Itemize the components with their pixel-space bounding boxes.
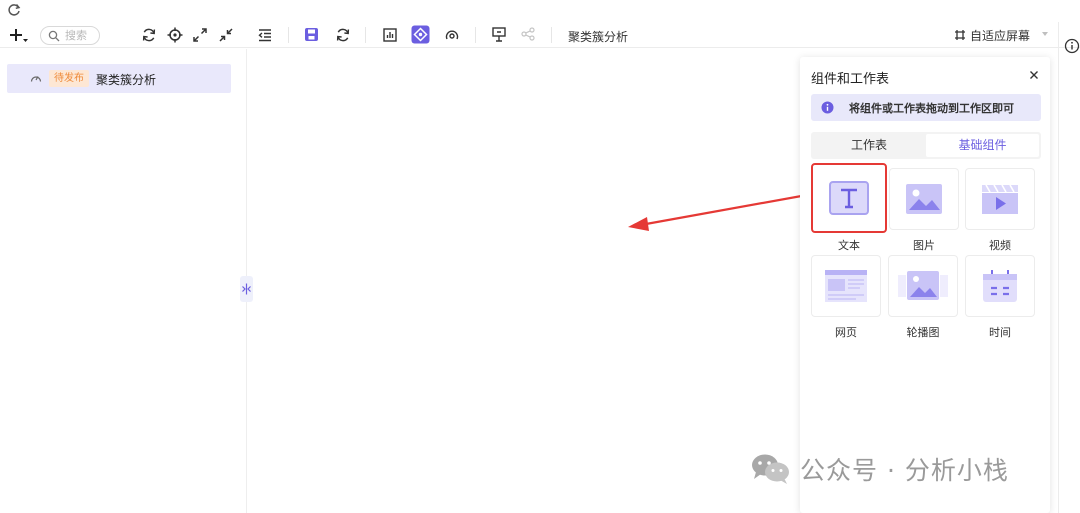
chart-icon[interactable] xyxy=(383,28,397,42)
video-icon xyxy=(982,184,1018,214)
refresh-icon[interactable] xyxy=(6,2,22,18)
hint-banner: 将组件或工作表拖动到工作区即可 xyxy=(811,94,1041,121)
dashboard-title: 聚类簇分析 xyxy=(568,30,629,44)
sidebar-item-dashboard[interactable]: 待发布 聚类簇分析 xyxy=(7,64,231,93)
right-strip xyxy=(1058,22,1080,513)
search-icon xyxy=(48,30,60,42)
annotation-arrow xyxy=(628,193,809,231)
sidebar-item-label: 聚类簇分析 xyxy=(96,73,157,87)
adapt-screen-dropdown[interactable]: 自适应屏幕 xyxy=(954,26,1048,44)
component-carousel[interactable] xyxy=(888,255,958,317)
toolbar-divider xyxy=(365,27,366,43)
toolbar-divider xyxy=(551,27,552,43)
component-label: 图片 xyxy=(913,239,935,252)
fit-screen-icon xyxy=(955,30,965,40)
top-strip xyxy=(0,0,1080,22)
share-icon[interactable] xyxy=(521,27,535,41)
search-box[interactable] xyxy=(40,26,100,45)
collapse-icon[interactable] xyxy=(219,28,233,42)
toolbar: 聚类簇分析 自适应屏幕 xyxy=(0,22,1080,48)
carousel-icon xyxy=(898,271,948,300)
reload-icon[interactable] xyxy=(335,27,351,43)
image-icon xyxy=(906,184,942,214)
toolbar-divider xyxy=(475,27,476,43)
adapt-screen-label: 自适应屏幕 xyxy=(970,28,1031,43)
panel-tabs: 工作表 基础组件 xyxy=(811,132,1041,159)
sidebar-collapse-handle[interactable] xyxy=(240,276,253,302)
filter-icon[interactable] xyxy=(445,28,459,42)
component-label: 网页 xyxy=(835,326,857,339)
wechat-icon xyxy=(752,454,789,484)
tab-worksheets[interactable]: 工作表 xyxy=(813,134,925,157)
calendar-icon xyxy=(983,270,1017,302)
component-time[interactable] xyxy=(965,255,1035,317)
sidebar: 待发布 聚类簇分析 xyxy=(0,49,247,513)
components-panel: 组件和工作表 将组件或工作表拖动到工作区即可 工作表 基础组件 文本 图片 视频… xyxy=(800,57,1050,513)
sync-icon[interactable] xyxy=(141,27,157,43)
search-input[interactable] xyxy=(65,28,97,43)
component-video[interactable] xyxy=(965,168,1035,230)
outdent-icon[interactable] xyxy=(258,28,272,42)
panel-title: 组件和工作表 xyxy=(811,72,890,87)
webpage-icon xyxy=(825,270,867,302)
component-label: 视频 xyxy=(989,239,1011,252)
locate-icon[interactable] xyxy=(167,27,183,43)
component-icon[interactable] xyxy=(411,25,430,44)
component-label: 文本 xyxy=(838,239,860,252)
dashboard-icon xyxy=(30,76,42,82)
collapse-arrows-icon xyxy=(242,283,251,295)
preview-icon[interactable] xyxy=(492,27,506,42)
add-icon[interactable] xyxy=(9,27,29,43)
component-image[interactable] xyxy=(889,168,959,230)
status-badge: 待发布 xyxy=(49,70,89,87)
save-icon[interactable] xyxy=(304,27,319,42)
close-icon[interactable] xyxy=(1029,70,1039,80)
component-text[interactable] xyxy=(811,163,887,233)
toolbar-divider xyxy=(288,27,289,43)
expand-icon[interactable] xyxy=(193,28,207,42)
info-icon[interactable] xyxy=(1064,38,1080,54)
info-icon xyxy=(821,101,834,114)
component-label: 轮播图 xyxy=(906,326,940,339)
hint-text: 将组件或工作表拖动到工作区即可 xyxy=(849,102,1014,115)
tab-basic-components[interactable]: 基础组件 xyxy=(926,134,1039,157)
text-icon xyxy=(829,181,869,215)
component-webpage[interactable] xyxy=(811,255,881,317)
component-label: 时间 xyxy=(989,326,1011,339)
chevron-down-icon xyxy=(1042,32,1048,36)
watermark: 公众号 · 分析小栈 xyxy=(750,452,1009,486)
watermark-text: 公众号 · 分析小栈 xyxy=(800,456,1009,485)
